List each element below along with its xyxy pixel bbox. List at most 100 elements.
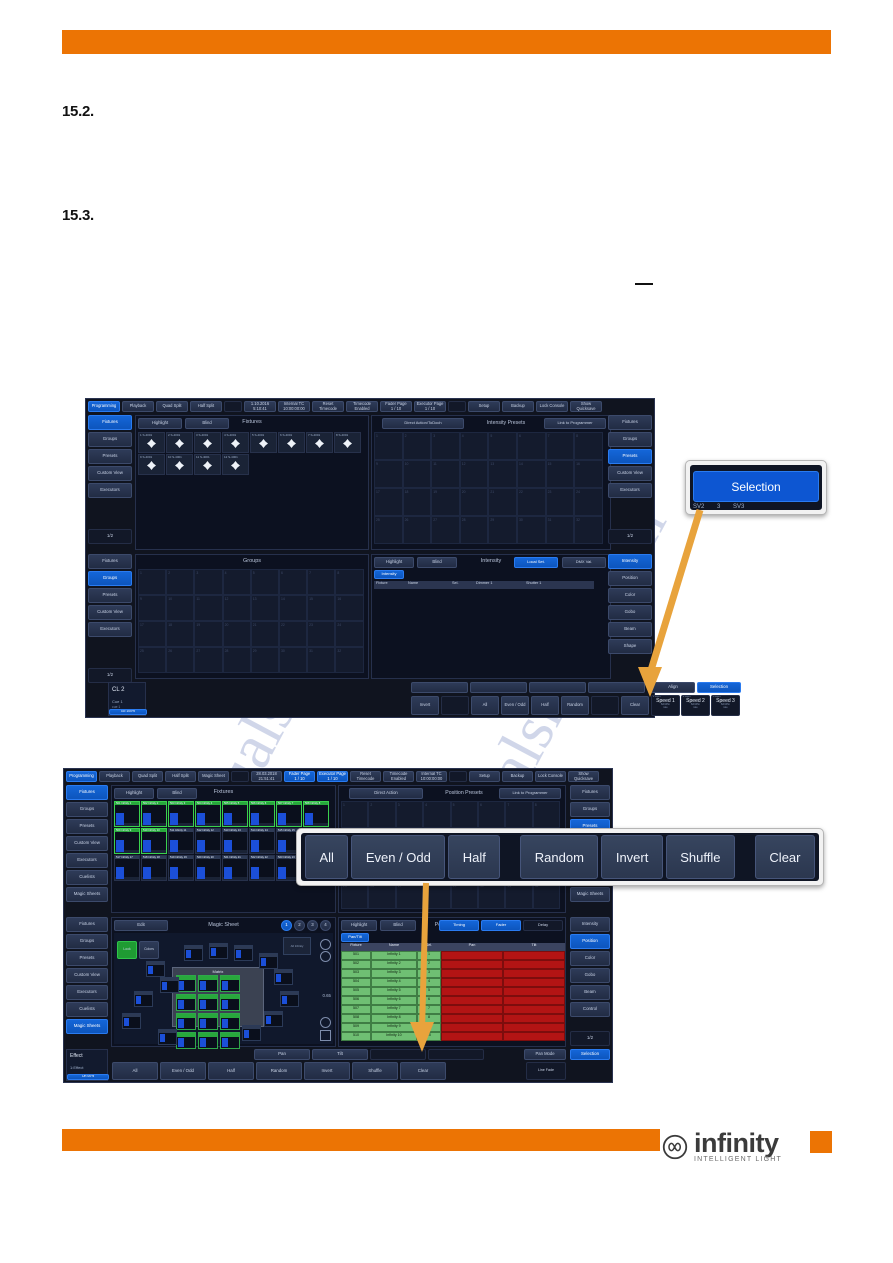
menu-item-lock-console[interactable]: Lock Console bbox=[535, 771, 566, 782]
menu-item-reset[interactable]: Reset Timecode bbox=[312, 401, 344, 412]
preset-cell[interactable]: 14 bbox=[516, 460, 546, 488]
fixture-cell[interactable]: 517 Infinity 17 bbox=[114, 855, 140, 881]
preset-cell[interactable]: 31 bbox=[545, 516, 575, 544]
preset-cell[interactable]: 14 bbox=[278, 595, 308, 621]
fader-button[interactable]: Fader bbox=[481, 920, 521, 931]
preset-cell[interactable]: 9 bbox=[138, 595, 167, 621]
callout-selection-button[interactable]: Selection bbox=[693, 471, 819, 502]
preset-cell[interactable]: 4 bbox=[459, 432, 489, 460]
sidebar-item-shape[interactable]: Shape bbox=[608, 639, 652, 654]
table-row[interactable]: 505 Infinity 55 bbox=[341, 987, 565, 996]
preset-cell[interactable]: 27 bbox=[395, 882, 424, 909]
magic-sheet-fixture[interactable] bbox=[134, 991, 153, 1007]
preset-cell[interactable]: 13 bbox=[488, 460, 517, 488]
sidebar-item-fixtures[interactable]: Fixtures bbox=[88, 415, 132, 430]
magic-sheet-fixture[interactable] bbox=[242, 1025, 261, 1041]
sidebar-item-presets[interactable]: Presets bbox=[88, 588, 132, 603]
fixture-cell[interactable]: 12 S-4001 bbox=[222, 454, 249, 475]
menu-item-lock-console[interactable]: Lock Console bbox=[536, 401, 568, 412]
sidebar-item-cuelists[interactable]: Cuelists bbox=[66, 870, 108, 885]
menu-item-magic-sheet[interactable]: Magic Sheet bbox=[198, 771, 229, 782]
speed-encoder[interactable]: 2 Bpm Speed 2 62 bPm rate bbox=[681, 695, 710, 716]
left-sidebar-bottom-page[interactable]: 1/2 bbox=[88, 668, 132, 683]
preset-cell[interactable]: 10 bbox=[166, 595, 195, 621]
sidebar-item-presets[interactable]: Presets bbox=[66, 951, 108, 966]
preset-cell[interactable]: 13 bbox=[250, 595, 279, 621]
sidebar-item-magic-sheets[interactable]: Magic Sheets bbox=[66, 887, 108, 902]
preset-cell[interactable]: 10 bbox=[402, 460, 432, 488]
callout-button-all[interactable]: All bbox=[305, 835, 349, 879]
bottom-button-invert[interactable]: Invert bbox=[411, 696, 439, 715]
sidebar-item-magic-sheets[interactable]: Magic Sheets bbox=[66, 1019, 108, 1034]
bottom-button-half[interactable]: Half bbox=[208, 1062, 254, 1080]
menu-item-setup[interactable]: Setup bbox=[468, 401, 500, 412]
sidebar-item-intensity[interactable]: Intensity bbox=[570, 917, 610, 932]
fixture-cell[interactable]: 522 Infinity 22 bbox=[249, 855, 275, 881]
preset-cell[interactable]: 28 bbox=[423, 882, 451, 909]
fixture-cell[interactable]: 508 Infinity 8 bbox=[303, 801, 329, 827]
preset-cell[interactable]: 17 bbox=[138, 621, 167, 647]
preset-cell[interactable]: 29 bbox=[488, 516, 517, 544]
look-tile[interactable]: Look bbox=[117, 941, 137, 959]
menu-item-executor-page[interactable]: Executor Page 1 / 10 bbox=[317, 771, 348, 782]
menu-item-blank[interactable] bbox=[448, 401, 466, 412]
fixture-cell[interactable]: 1 S-4001 bbox=[138, 432, 165, 453]
preset-cell[interactable]: 7 bbox=[505, 801, 533, 828]
right-sidebar-top-page[interactable]: 1/2 bbox=[608, 529, 652, 544]
effect-state[interactable]: On 00% bbox=[67, 1074, 109, 1080]
bottom-button-clear[interactable]: Clear bbox=[400, 1062, 446, 1080]
preset-cell[interactable]: 29 bbox=[250, 647, 279, 673]
encoder-blank[interactable] bbox=[370, 1049, 426, 1060]
magic-sheet-canvas[interactable]: Look Colors All Infinity Matrix 0.65 bbox=[114, 933, 333, 1049]
preset-cell[interactable]: 1 bbox=[374, 432, 403, 460]
menu-item-timecode[interactable]: Timecode Enabled bbox=[383, 771, 414, 782]
preset-cell[interactable]: 1 bbox=[341, 801, 369, 828]
preset-cell[interactable]: 9 bbox=[374, 460, 403, 488]
menu-item-backup[interactable]: Backup bbox=[502, 771, 533, 782]
preset-cell[interactable]: 3 bbox=[194, 569, 223, 595]
executor-slot[interactable] bbox=[588, 682, 645, 693]
sidebar-item-groups[interactable]: Groups bbox=[608, 432, 652, 447]
sidebar-item-gobo[interactable]: Gobo bbox=[608, 605, 652, 620]
fixture-cell[interactable]: 519 Infinity 19 bbox=[168, 855, 194, 881]
pan-mode-button[interactable]: Pan Mode bbox=[524, 1049, 566, 1060]
fixture-cell[interactable]: 6 S-4001 bbox=[278, 432, 305, 453]
preset-cell[interactable]: 31 bbox=[505, 882, 533, 909]
speed-encoder[interactable]: 1 Bpm Speed 1 62 bPm rate bbox=[651, 695, 680, 716]
fixture-cell[interactable]: 504 Infinity 4 bbox=[195, 801, 221, 827]
table-row[interactable]: 507 Infinity 77 bbox=[341, 1005, 565, 1014]
matrix-cell[interactable] bbox=[220, 1013, 240, 1030]
fixture-cell[interactable]: 521 Infinity 21 bbox=[222, 855, 248, 881]
preset-cell[interactable]: 15 bbox=[545, 460, 575, 488]
callout-button-invert[interactable]: Invert bbox=[601, 835, 663, 879]
matrix-cell[interactable] bbox=[220, 1032, 240, 1049]
preset-cell[interactable]: 29 bbox=[450, 882, 478, 909]
preset-cell[interactable]: 5 bbox=[488, 432, 517, 460]
preset-cell[interactable]: 2 bbox=[166, 569, 195, 595]
fixture-cell[interactable]: 8 S-4001 bbox=[334, 432, 361, 453]
menu-item-programming[interactable]: Programming bbox=[66, 771, 97, 782]
sidebar-item-groups[interactable]: Groups bbox=[66, 802, 108, 817]
zoom-fit-icon[interactable] bbox=[320, 1017, 331, 1028]
preset-cell[interactable]: 26 bbox=[402, 516, 432, 544]
executor-slot[interactable] bbox=[470, 682, 527, 693]
fixture-cell[interactable]: 513 Infinity 13 bbox=[222, 828, 248, 854]
preset-cell[interactable]: 16 bbox=[335, 595, 364, 621]
sidebar-item-control[interactable]: Control bbox=[570, 1002, 610, 1017]
speed-encoder[interactable]: 3 Bpm Speed 3 62 bPm rate bbox=[711, 695, 740, 716]
executor-slot[interactable] bbox=[529, 682, 586, 693]
magic-sheet-fixture[interactable] bbox=[280, 991, 299, 1007]
menu-item-half-split[interactable]: Half Split bbox=[190, 401, 222, 412]
bottom-button-random[interactable]: Random bbox=[256, 1062, 302, 1080]
preset-cell[interactable]: 20 bbox=[222, 621, 251, 647]
preset-cell[interactable]: 11 bbox=[431, 460, 460, 488]
sidebar-item-custom-view[interactable]: Custom View bbox=[608, 466, 652, 481]
menu-item-blank[interactable] bbox=[231, 771, 249, 782]
menu-item-internal-tc[interactable]: Internal TC 10:00:00:00 bbox=[416, 771, 447, 782]
preset-cell[interactable]: 1 bbox=[138, 569, 167, 595]
sidebar-item-gobo[interactable]: Gobo bbox=[570, 968, 610, 983]
preset-cell[interactable]: 5 bbox=[450, 801, 478, 828]
right-sidebar-bottom-page[interactable]: 1/2 bbox=[570, 1031, 610, 1046]
preset-cell[interactable]: 12 bbox=[459, 460, 489, 488]
matrix-cell[interactable] bbox=[176, 1032, 196, 1049]
